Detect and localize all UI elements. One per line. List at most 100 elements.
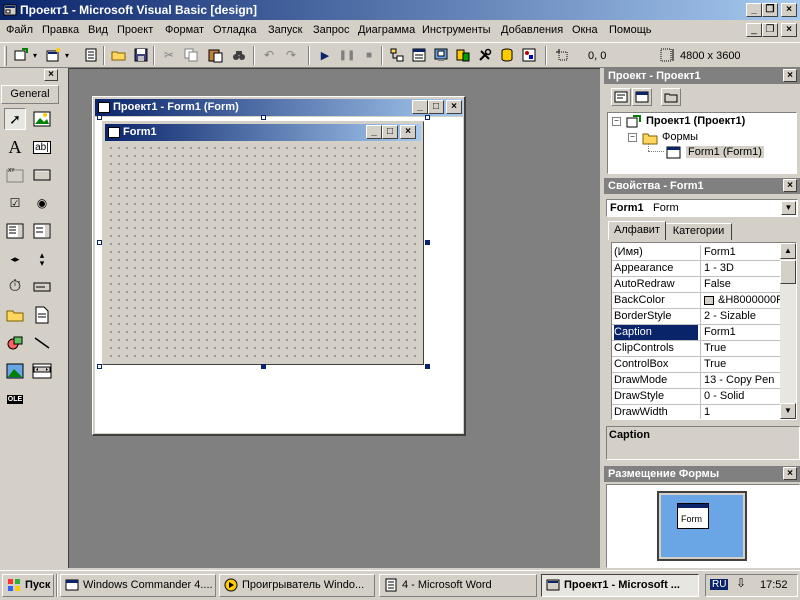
property-row[interactable]: Caption Form1 (612, 325, 792, 341)
hscrollbar-tool-icon[interactable]: ◂▸ (4, 248, 26, 270)
property-row[interactable]: DrawStyle 0 - Solid (612, 389, 792, 405)
tree-collapse-icon[interactable]: − (628, 133, 637, 142)
form-designer-window[interactable]: Проект1 - Form1 (Form) _ □ × Form1 _ □ × (92, 96, 466, 436)
view-code-icon[interactable] (611, 88, 631, 106)
open-folder-icon[interactable] (110, 46, 128, 64)
form1-title-bar[interactable]: Form1 _ □ × (105, 124, 421, 141)
data-tool-icon[interactable] (31, 360, 53, 382)
add-form-dropdown-icon[interactable]: ▾ (62, 46, 72, 64)
menu-tools[interactable]: Инструменты (422, 24, 491, 36)
property-value[interactable]: 2 - Sizable (702, 309, 790, 324)
toolbox-close-button[interactable]: × (44, 69, 58, 81)
project-explorer-icon[interactable] (388, 46, 406, 64)
menu-view[interactable]: Вид (88, 24, 108, 36)
undo-icon[interactable]: ↶ (260, 46, 278, 64)
forms-folder-label[interactable]: Формы (662, 131, 698, 143)
designer-close-button[interactable]: × (446, 100, 462, 114)
data-view-icon[interactable] (498, 46, 516, 64)
form-layout-icon[interactable] (432, 46, 450, 64)
designer-title-bar[interactable]: Проект1 - Form1 (Form) _ □ × (95, 99, 463, 116)
dirlistbox-tool-icon[interactable] (4, 304, 26, 326)
project-root-label[interactable]: Проект1 (Проект1) (646, 115, 745, 127)
component-manager-icon[interactable] (520, 46, 538, 64)
property-row[interactable]: BorderStyle 2 - Sizable (612, 309, 792, 325)
line-tool-icon[interactable] (31, 332, 53, 354)
doc-close-button[interactable]: × (781, 23, 797, 37)
menu-query[interactable]: Запрос (313, 24, 349, 36)
menu-diagram[interactable]: Диаграмма (358, 24, 415, 36)
restore-button[interactable]: ❐ (762, 3, 778, 17)
form1-grid-surface[interactable] (105, 142, 421, 362)
vscrollbar-tool-icon[interactable]: ▴ ▾ (31, 248, 53, 270)
scroll-down-icon[interactable]: ▼ (780, 403, 796, 419)
doc-restore-button[interactable]: ❐ (762, 23, 778, 37)
menu-project[interactable]: Проект (117, 24, 153, 36)
drivelistbox-tool-icon[interactable] (31, 276, 53, 298)
listbox-tool-icon[interactable] (31, 220, 53, 242)
copy-icon[interactable] (182, 46, 200, 64)
property-value[interactable]: 1 (702, 405, 790, 419)
add-form-icon[interactable] (44, 46, 62, 64)
close-button[interactable]: × (781, 3, 797, 17)
tab-categorized[interactable]: Категории (666, 223, 732, 240)
menu-edit[interactable]: Правка (42, 24, 79, 36)
resize-handle[interactable] (97, 364, 102, 369)
resize-handle[interactable] (425, 240, 430, 245)
designer-maximize-button[interactable]: □ (428, 100, 444, 114)
task-windows-commander[interactable]: Windows Commander 4.... (60, 574, 216, 597)
resize-handle[interactable] (425, 115, 430, 120)
form-layout-panel-close-button[interactable]: × (783, 467, 797, 480)
add-project-dropdown-icon[interactable]: ▾ (30, 46, 40, 64)
resize-handle[interactable] (261, 364, 266, 369)
property-grid-scrollbar[interactable]: ▲ ▼ (780, 243, 796, 419)
toolbox-tab-general[interactable]: General (1, 85, 59, 104)
property-value[interactable]: 0 - Solid (702, 389, 790, 404)
properties-window-icon[interactable] (410, 46, 428, 64)
task-media-player[interactable]: Проигрыватель Windo... (219, 574, 375, 597)
language-indicator[interactable]: RU (710, 579, 729, 590)
resize-handle[interactable] (261, 115, 266, 120)
frame-tool-icon[interactable]: XY (4, 164, 26, 186)
form1-window[interactable]: Form1 _ □ × (102, 121, 424, 365)
property-value[interactable]: False (702, 277, 790, 292)
designer-minimize-button[interactable]: _ (412, 100, 428, 114)
start-button[interactable]: Пуск (2, 574, 54, 597)
app-title-bar[interactable]: Проект1 - Microsoft Visual Basic [design… (0, 0, 800, 20)
property-value[interactable]: 13 - Copy Pen (702, 373, 790, 388)
redo-icon[interactable]: ↷ (282, 46, 300, 64)
stop-icon[interactable]: ■ (360, 46, 378, 64)
pause-icon[interactable]: ❚❚ (338, 46, 356, 64)
property-row[interactable]: BackColor &H8000000F (612, 293, 792, 309)
optionbutton-tool-icon[interactable]: ◉ (31, 192, 53, 214)
task-visual-basic[interactable]: Проект1 - Microsoft ... (541, 574, 699, 597)
find-icon[interactable] (230, 46, 248, 64)
checkbox-tool-icon[interactable]: ☑ (4, 192, 26, 214)
property-row[interactable]: Appearance 1 - 3D (612, 261, 792, 277)
menu-addins[interactable]: Добавления (501, 24, 563, 36)
chevron-down-icon[interactable]: ▼ (781, 201, 796, 215)
timer-tool-icon[interactable]: ⏱ (4, 276, 26, 298)
form1-tree-item[interactable]: Form1 (Form1) (686, 146, 764, 158)
toolbox-icon[interactable] (476, 46, 494, 64)
menu-run[interactable]: Запуск (268, 24, 302, 36)
filelistbox-tool-icon[interactable] (31, 304, 53, 326)
combobox-tool-icon[interactable] (4, 220, 26, 242)
paste-icon[interactable] (206, 46, 224, 64)
picturebox-tool-icon[interactable] (31, 108, 53, 130)
pointer-tool-icon[interactable]: ➚ (4, 108, 26, 130)
property-row[interactable]: ClipControls True (612, 341, 792, 357)
property-row[interactable]: ControlBox True (612, 357, 792, 373)
property-row[interactable]: DrawWidth 1 (612, 405, 792, 419)
tab-alphabetic[interactable]: Алфавит (608, 221, 666, 240)
menu-help[interactable]: Помощь (609, 24, 652, 36)
clock[interactable]: 17:52 (760, 579, 788, 591)
run-icon[interactable]: ▶ (316, 46, 334, 64)
property-row[interactable]: DrawMode 13 - Copy Pen (612, 373, 792, 389)
menu-editor-icon[interactable] (82, 46, 100, 64)
project-panel-close-button[interactable]: × (783, 69, 797, 82)
ole-tool-icon[interactable]: OLE (4, 388, 26, 410)
cut-icon[interactable]: ✂ (160, 46, 178, 64)
menu-file[interactable]: Файл (6, 24, 33, 36)
save-icon[interactable] (132, 46, 150, 64)
shape-tool-icon[interactable] (4, 332, 26, 354)
